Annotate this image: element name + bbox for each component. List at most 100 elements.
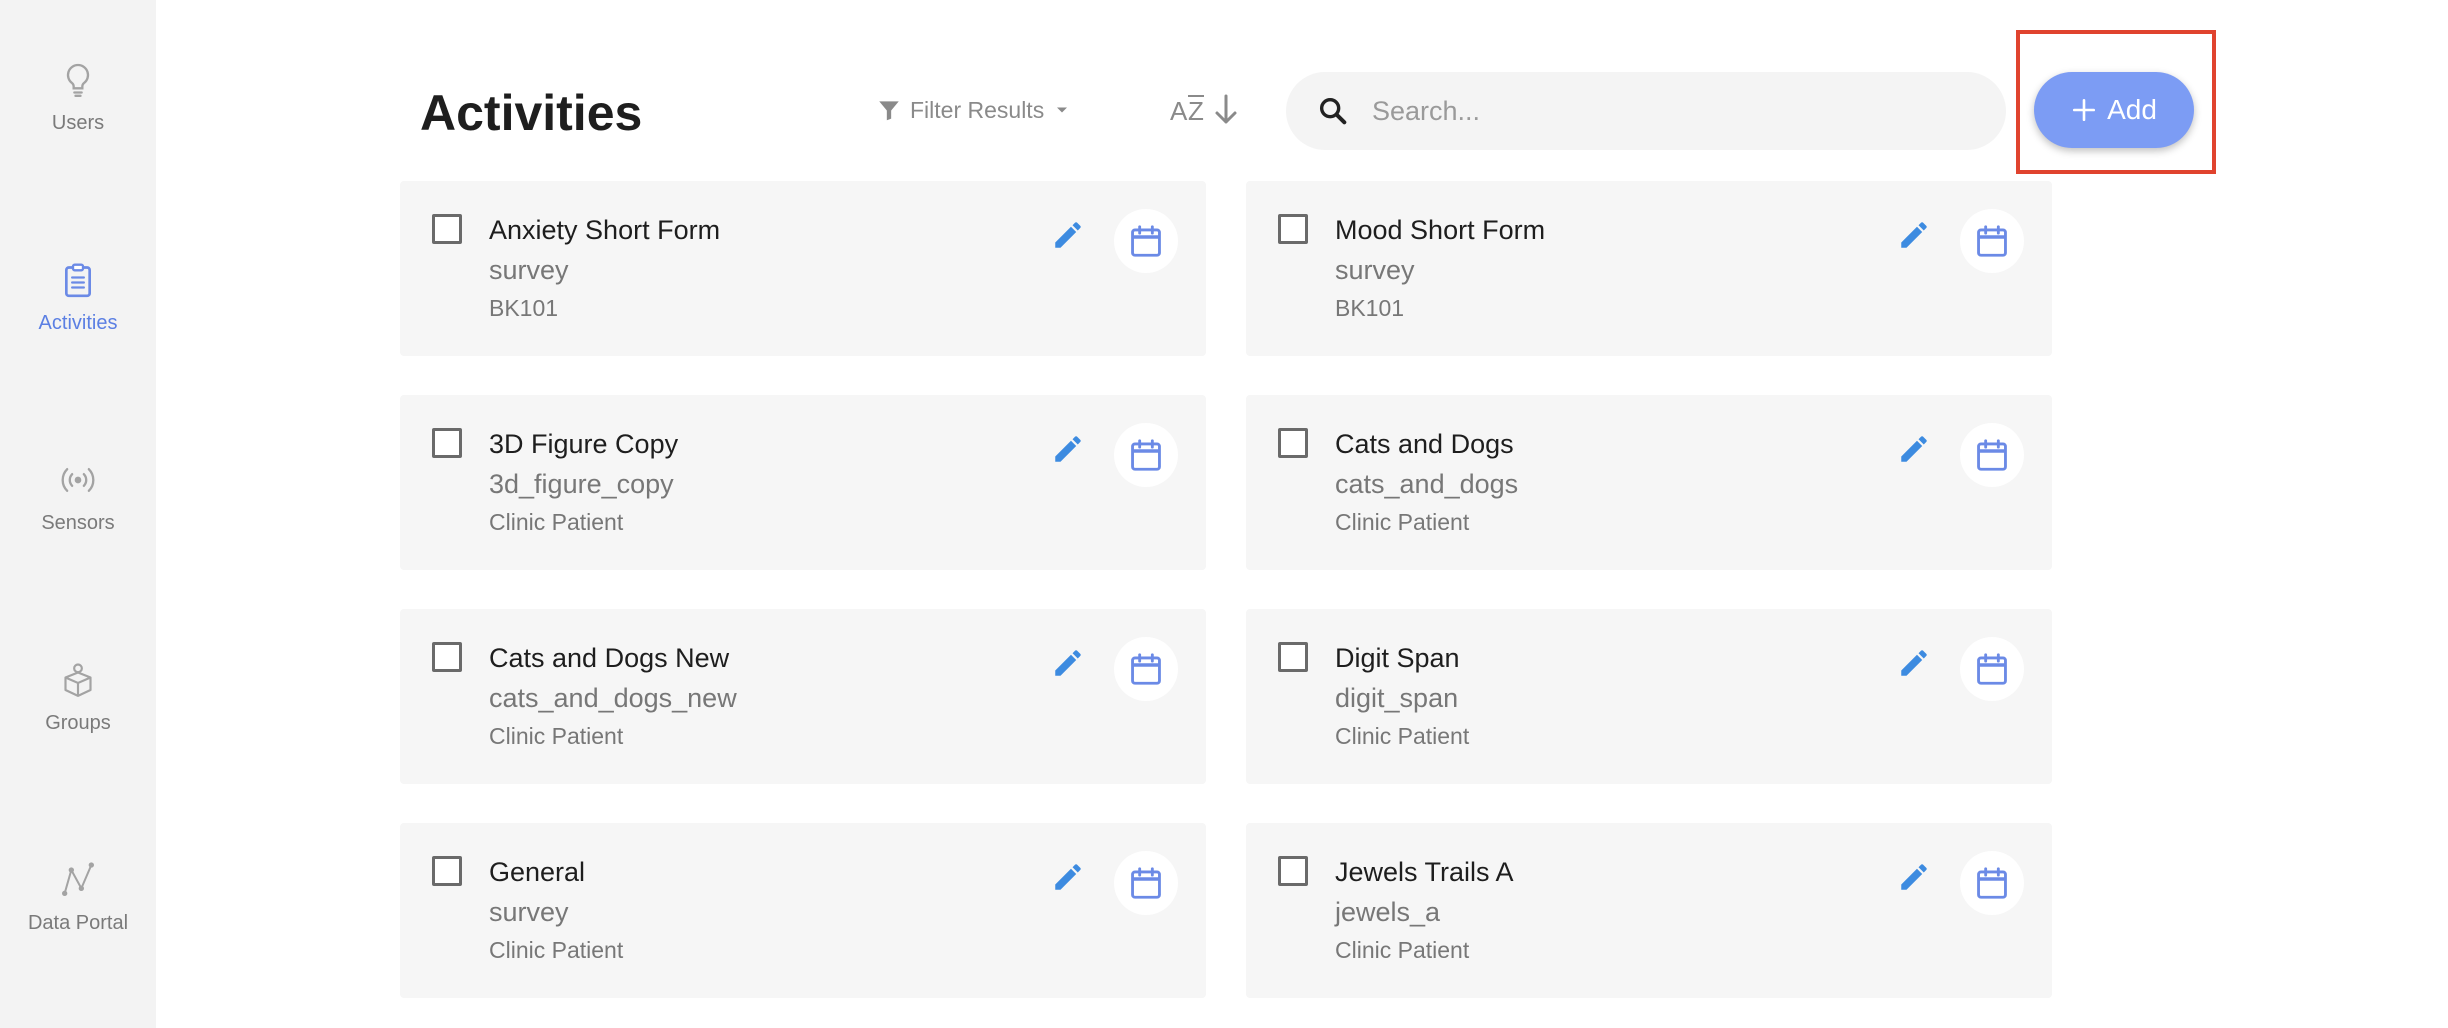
activity-type: cats_and_dogs_new (489, 683, 737, 713)
edit-button[interactable] (1892, 427, 1936, 471)
filter-icon (879, 101, 899, 121)
activity-group: BK101 (1335, 295, 1405, 321)
calendar-icon (1977, 653, 2007, 685)
activity-card: Cats and Dogs cats_and_dogs Clinic Patie… (1246, 395, 2052, 570)
activity-group: Clinic Patient (489, 723, 624, 749)
activity-type: digit_span (1335, 683, 1459, 713)
schedule-button[interactable] (1114, 637, 1178, 701)
activity-title: Mood Short Form (1335, 215, 1546, 245)
clipboard-icon (65, 263, 91, 298)
activity-checkbox[interactable] (432, 856, 462, 886)
edit-button[interactable] (1046, 641, 1090, 685)
sidebar-item-sensors[interactable]: Sensors (0, 460, 156, 535)
svg-text:Z: Z (1188, 96, 1204, 126)
pencil-icon (1055, 864, 1081, 890)
activity-type: survey (489, 897, 569, 927)
activity-card: Anxiety Short Form survey BK101 (400, 181, 1206, 356)
activity-group: Clinic Patient (1335, 509, 1470, 535)
edit-button[interactable] (1046, 855, 1090, 899)
pencil-icon (1055, 650, 1081, 676)
schedule-button[interactable] (1960, 423, 2024, 487)
sidebar-item-activities[interactable]: Activities (0, 260, 156, 335)
calendar-icon (1131, 653, 1161, 685)
activity-card: Digit Span digit_span Clinic Patient (1246, 609, 2052, 784)
schedule-button[interactable] (1960, 851, 2024, 915)
activity-card: General survey Clinic Patient (400, 823, 1206, 998)
activity-type: survey (489, 255, 569, 285)
schedule-button[interactable] (1114, 851, 1178, 915)
schedule-button[interactable] (1114, 209, 1178, 273)
sort-button[interactable]: A Z (1168, 88, 1242, 132)
highlight-box (2016, 30, 2216, 174)
filter-results-button[interactable]: Filter Results (876, 92, 1072, 128)
activity-checkbox[interactable] (1278, 642, 1308, 672)
schedule-button[interactable] (1960, 637, 2024, 701)
activity-type: survey (1335, 255, 1415, 285)
activity-title: Cats and Dogs New (489, 643, 730, 673)
calendar-icon (1977, 225, 2007, 257)
sidebar-item-label: Groups (45, 712, 111, 734)
activity-checkbox[interactable] (1278, 428, 1308, 458)
calendar-icon (1977, 867, 2007, 899)
pencil-icon (1901, 436, 1927, 462)
filter-results-label: Filter Results (910, 96, 1045, 123)
activity-title: Jewels Trails A (1335, 857, 1514, 887)
activity-card: Jewels Trails A jewels_a Clinic Patient (1246, 823, 2052, 998)
activity-title: Anxiety Short Form (489, 215, 721, 245)
activity-group: Clinic Patient (1335, 723, 1470, 749)
activity-type: cats_and_dogs (1335, 469, 1519, 499)
pencil-icon (1901, 864, 1927, 890)
activity-card: Mood Short Form survey BK101 (1246, 181, 2052, 356)
activity-group: Clinic Patient (1335, 937, 1470, 963)
pencil-icon (1901, 222, 1927, 248)
schedule-button[interactable] (1114, 423, 1178, 487)
search-box (1286, 72, 2006, 150)
activity-card: Cats and Dogs New cats_and_dogs_new Clin… (400, 609, 1206, 784)
sort-az-icon: A Z (1170, 94, 1237, 126)
edit-button[interactable] (1892, 855, 1936, 899)
search-input[interactable] (1370, 94, 1974, 128)
activity-card: 3D Figure Copy 3d_figure_copy Clinic Pat… (400, 395, 1206, 570)
lightbulb-icon (66, 63, 90, 98)
calendar-icon (1131, 439, 1161, 471)
edit-button[interactable] (1892, 641, 1936, 685)
edit-button[interactable] (1892, 213, 1936, 257)
broadcast-icon (61, 468, 95, 492)
activity-title: Cats and Dogs (1335, 429, 1514, 459)
activity-checkbox[interactable] (432, 642, 462, 672)
activity-checkbox[interactable] (432, 214, 462, 244)
data-graph-icon (62, 862, 94, 896)
calendar-icon (1977, 439, 2007, 471)
activity-grid: Anxiety Short Form survey BK101 Mood Sho… (400, 181, 2052, 998)
sidebar-item-users[interactable]: Users (0, 60, 156, 135)
edit-button[interactable] (1046, 213, 1090, 257)
activity-group: BK101 (489, 295, 559, 321)
sidebar-item-data-portal[interactable]: Data Portal (0, 860, 156, 935)
sidebar: Users Activities Sensors Groups Data Por… (0, 0, 156, 1028)
sidebar-item-label: Users (51, 112, 105, 134)
activity-type: 3d_figure_copy (489, 469, 674, 499)
sidebar-item-label: Activities (38, 312, 118, 334)
pencil-icon (1055, 222, 1081, 248)
svg-text:A: A (1170, 96, 1188, 126)
activity-group: Clinic Patient (489, 937, 624, 963)
page-title: Activities (420, 85, 643, 141)
pencil-icon (1055, 436, 1081, 462)
people-box-icon (64, 663, 92, 697)
activity-checkbox[interactable] (432, 428, 462, 458)
activity-type: jewels_a (1335, 897, 1441, 927)
chevron-down-icon (1057, 107, 1068, 113)
sidebar-item-label: Sensors (41, 512, 115, 534)
activity-checkbox[interactable] (1278, 214, 1308, 244)
activity-title: 3D Figure Copy (489, 429, 679, 459)
activity-title: Digit Span (1335, 643, 1460, 673)
search-icon (1319, 97, 1347, 125)
sidebar-item-label: Data Portal (27, 912, 129, 934)
calendar-icon (1131, 867, 1161, 899)
edit-button[interactable] (1046, 427, 1090, 471)
activity-title: General (489, 857, 586, 887)
calendar-icon (1131, 225, 1161, 257)
sidebar-item-groups[interactable]: Groups (0, 660, 156, 735)
schedule-button[interactable] (1960, 209, 2024, 273)
activity-checkbox[interactable] (1278, 856, 1308, 886)
